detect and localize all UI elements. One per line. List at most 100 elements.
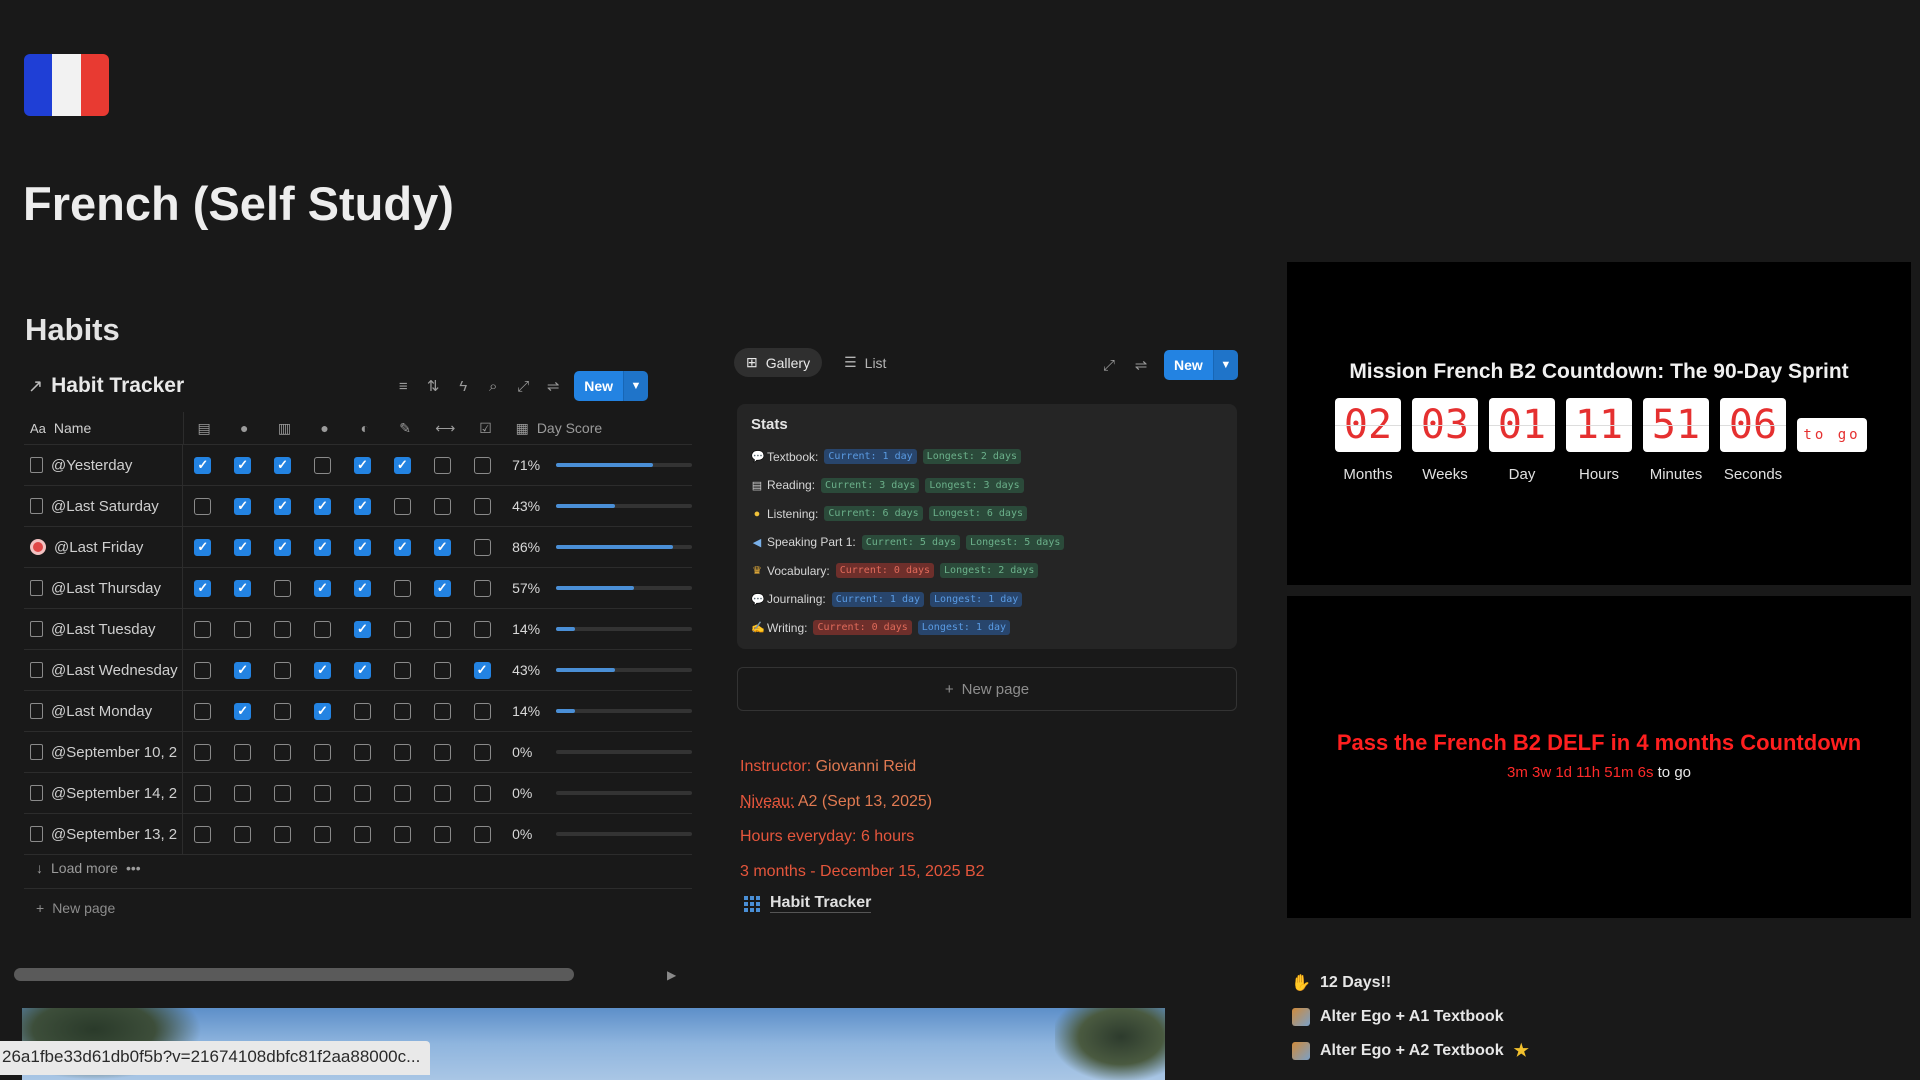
habit-checkbox[interactable] — [393, 497, 411, 515]
column-header-vocabulary[interactable]: ⟷ — [425, 412, 465, 444]
column-header-reading[interactable]: ● — [224, 412, 264, 444]
habit-checkbox[interactable]: ✓ — [313, 497, 331, 515]
habit-checkbox[interactable]: ✓ — [473, 661, 491, 679]
habit-checkbox[interactable] — [393, 702, 411, 720]
habit-checkbox[interactable]: ✓ — [234, 497, 252, 515]
habit-checkbox[interactable] — [473, 497, 491, 515]
habit-tracker-link[interactable]: Habit Tracker — [744, 894, 872, 913]
table-row[interactable]: @Yesterday ✓ ✓ ✓ ✓ ✓ 71% — [24, 445, 693, 486]
habit-checkbox[interactable] — [433, 784, 451, 802]
habit-checkbox[interactable]: ✓ — [313, 538, 331, 556]
arrow-up-right-icon[interactable]: ↗ — [28, 376, 43, 397]
habit-checkbox[interactable] — [234, 743, 252, 761]
expand-icon[interactable]: ⤢ — [1100, 356, 1118, 374]
habit-checkbox[interactable] — [353, 784, 371, 802]
habit-checkbox[interactable] — [274, 743, 292, 761]
habit-checkbox[interactable]: ✓ — [433, 538, 451, 556]
more-options-icon[interactable]: ••• — [126, 860, 141, 876]
habit-tracker-title[interactable]: Habit Tracker — [51, 374, 184, 398]
table-row[interactable]: @September 13, 2 0% — [24, 814, 693, 855]
habit-checkbox[interactable]: ✓ — [194, 456, 212, 474]
habit-checkbox[interactable]: ✓ — [393, 456, 411, 474]
column-header-listening[interactable]: ▥ — [264, 412, 304, 444]
habit-checkbox[interactable] — [234, 825, 252, 843]
table-row[interactable]: @September 10, 2 0% — [24, 732, 693, 773]
column-header-journaling[interactable]: ☑ — [465, 412, 505, 444]
habit-checkbox[interactable] — [473, 456, 491, 474]
column-header-writing[interactable]: ✎ — [385, 412, 425, 444]
habit-checkbox[interactable]: ✓ — [313, 661, 331, 679]
habit-checkbox[interactable] — [433, 620, 451, 638]
habit-checkbox[interactable] — [433, 661, 451, 679]
habit-checkbox[interactable] — [194, 497, 212, 515]
habit-checkbox[interactable] — [274, 661, 292, 679]
habit-checkbox[interactable] — [433, 702, 451, 720]
habit-checkbox[interactable] — [433, 825, 451, 843]
row-name-cell[interactable]: @Yesterday — [24, 445, 183, 485]
stats-gallery-card[interactable]: Stats 💬 Textbook: Current: 1 day Longest: 2… — [737, 404, 1237, 649]
habit-checkbox[interactable] — [194, 825, 212, 843]
habit-checkbox[interactable] — [313, 784, 331, 802]
row-name-cell[interactable]: @Last Saturday — [24, 486, 183, 526]
filter-icon[interactable]: ≡ — [394, 377, 412, 395]
chevron-down-icon[interactable]: ▼ — [623, 371, 648, 401]
habit-checkbox[interactable] — [473, 743, 491, 761]
habit-checkbox[interactable]: ✓ — [234, 579, 252, 597]
habit-checkbox[interactable]: ✓ — [353, 456, 371, 474]
habit-checkbox[interactable] — [433, 497, 451, 515]
habit-checkbox[interactable] — [353, 743, 371, 761]
habit-checkbox[interactable]: ✓ — [353, 497, 371, 515]
column-header-day-score[interactable]: ▦ Day Score — [506, 412, 692, 444]
habit-checkbox[interactable] — [353, 825, 371, 843]
habit-checkbox[interactable] — [353, 702, 371, 720]
habit-checkbox[interactable] — [274, 784, 292, 802]
row-name-cell[interactable]: @Last Wednesday — [24, 650, 183, 690]
habit-checkbox[interactable] — [194, 702, 212, 720]
column-header-ear[interactable]: ◐ — [345, 412, 385, 444]
habit-checkbox[interactable]: ✓ — [313, 702, 331, 720]
habit-checkbox[interactable] — [274, 825, 292, 843]
list-item[interactable]: Alter Ego + A2 Textbook ★ — [1292, 1034, 1529, 1068]
habit-checkbox[interactable] — [473, 702, 491, 720]
table-row[interactable]: @Last Thursday ✓ ✓ ✓ ✓ ✓ 57% — [24, 568, 693, 609]
habit-checkbox[interactable] — [234, 620, 252, 638]
habit-checkbox[interactable] — [234, 784, 252, 802]
search-icon[interactable]: ⌕ — [484, 377, 502, 395]
habit-checkbox[interactable] — [393, 661, 411, 679]
row-name-cell[interactable]: @Last Thursday — [24, 568, 183, 608]
habit-checkbox[interactable]: ✓ — [194, 538, 212, 556]
habit-checkbox[interactable] — [274, 620, 292, 638]
habit-checkbox[interactable] — [393, 784, 411, 802]
column-header-textbook[interactable]: ▤ — [184, 412, 224, 444]
tab-gallery[interactable]: ⊞ Gallery — [734, 348, 823, 377]
tab-list[interactable]: ☰ List — [832, 348, 898, 377]
list-item[interactable]: Alter Ego + A1 Textbook — [1292, 1000, 1529, 1034]
habit-checkbox[interactable]: ✓ — [274, 538, 292, 556]
table-row[interactable]: @Last Wednesday ✓ ✓ ✓ ✓ 43% — [24, 650, 693, 691]
sort-icon[interactable]: ⇅ — [424, 377, 442, 395]
habit-checkbox[interactable] — [194, 661, 212, 679]
expand-icon[interactable]: ⤢ — [514, 377, 532, 395]
chevron-down-icon[interactable]: ▼ — [1212, 350, 1238, 380]
habit-checkbox[interactable] — [194, 784, 212, 802]
scroll-right-arrow-icon[interactable]: ▶ — [667, 968, 676, 982]
load-more-button[interactable]: ↓ Load more ••• — [36, 860, 141, 876]
habit-checkbox[interactable]: ✓ — [393, 538, 411, 556]
habit-checkbox[interactable]: ✓ — [234, 661, 252, 679]
row-name-cell[interactable]: @Last Friday — [24, 527, 183, 567]
table-row[interactable]: @Last Friday ✓ ✓ ✓ ✓ ✓ ✓ ✓ 86% — [24, 527, 693, 568]
habit-checkbox[interactable]: ✓ — [274, 456, 292, 474]
gallery-new-page-button[interactable]: + New page — [737, 667, 1237, 711]
new-page-button[interactable]: + New page — [36, 900, 115, 916]
habit-checkbox[interactable] — [473, 825, 491, 843]
habit-checkbox[interactable] — [194, 743, 212, 761]
row-name-cell[interactable]: @September 10, 2 — [24, 732, 183, 772]
habit-checkbox[interactable] — [313, 620, 331, 638]
habit-checkbox[interactable]: ✓ — [353, 538, 371, 556]
horizontal-scrollbar-thumb[interactable] — [14, 968, 574, 981]
habit-checkbox[interactable] — [393, 620, 411, 638]
habit-checkbox[interactable] — [473, 579, 491, 597]
habit-checkbox[interactable] — [393, 825, 411, 843]
table-row[interactable]: @September 14, 2 0% — [24, 773, 693, 814]
automation-bolt-icon[interactable]: ϟ — [454, 377, 472, 395]
